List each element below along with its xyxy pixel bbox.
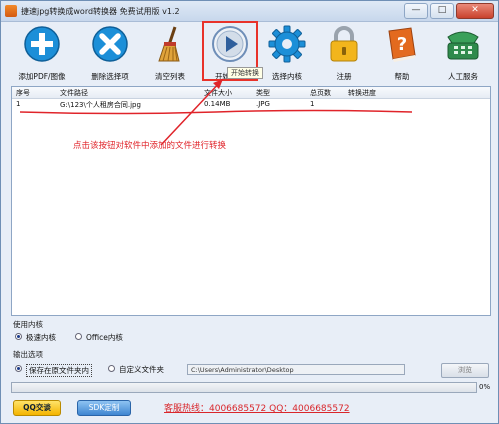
row-index: 1: [16, 100, 21, 108]
manual-service-button[interactable]: 人工服务: [434, 25, 492, 83]
add-pdf-image-button[interactable]: 添加PDF/图像: [13, 25, 71, 83]
broom-icon: [158, 26, 180, 62]
row-pages: 1: [310, 100, 315, 108]
app-icon: [5, 5, 17, 17]
close-button[interactable]: ✕: [456, 3, 494, 19]
support-hotline-link[interactable]: 客服热线：4006685572 QQ：4006685572: [164, 401, 350, 414]
column-header-index[interactable]: 序号: [16, 88, 30, 98]
custom-folder-radio[interactable]: [108, 365, 115, 372]
column-header-path[interactable]: 文件路径: [60, 88, 88, 98]
save-original-folder-label[interactable]: 保存在原文件夹内: [26, 364, 92, 377]
fast-kernel-label[interactable]: 极速内核: [26, 332, 56, 343]
table-header: 序号 文件路径 文件大小 类型 总页数 转换进度: [12, 87, 490, 99]
office-kernel-label[interactable]: Office内核: [86, 332, 123, 343]
progress-percent: 0%: [479, 383, 491, 391]
gear-icon: [268, 25, 306, 63]
column-header-pages[interactable]: 总页数: [310, 88, 331, 98]
annotation-text: 点击该按钮对软件中添加的文件进行转换: [73, 141, 227, 151]
column-header-progress[interactable]: 转换进度: [348, 88, 376, 98]
phone-icon: [447, 31, 479, 60]
select-kernel-button[interactable]: 选择内核: [258, 25, 316, 83]
save-original-folder-radio[interactable]: [15, 365, 22, 372]
conversion-progress-bar: [11, 382, 477, 393]
custom-folder-label[interactable]: 自定义文件夹: [119, 364, 164, 375]
help-button[interactable]: ? 帮助: [373, 25, 431, 83]
column-header-type[interactable]: 类型: [256, 88, 270, 98]
x-icon: [92, 26, 128, 62]
title-bar[interactable]: 捷速jpg转换成word转换器 免费试用版 v1.2 — □ ✕: [1, 1, 498, 22]
main-window: 捷速jpg转换成word转换器 免费试用版 v1.2 — □ ✕ 添加PDF/图…: [0, 0, 499, 424]
start-convert-tooltip: 开始转换: [227, 67, 263, 79]
register-button[interactable]: 注册: [315, 25, 373, 83]
add-pdf-image-label: 添加PDF/图像: [18, 72, 66, 81]
delete-selected-button[interactable]: 删除选择项: [81, 25, 139, 83]
office-kernel-radio[interactable]: [75, 333, 82, 340]
manual-service-label: 人工服务: [448, 72, 478, 81]
lock-icon: [330, 26, 358, 62]
kernel-section-title: 使用内核: [13, 320, 43, 329]
output-path-field[interactable]: C:\Users\Administrator\Desktop: [187, 364, 405, 375]
help-label: 帮助: [394, 72, 410, 81]
maximize-button[interactable]: □: [430, 3, 454, 19]
minimize-button[interactable]: —: [404, 3, 428, 19]
qq-chat-button[interactable]: QQ交谈: [13, 400, 61, 416]
browse-button[interactable]: 浏览: [441, 363, 489, 378]
svg-text:?: ?: [397, 34, 407, 55]
window-controls: — □ ✕: [404, 3, 494, 19]
fast-kernel-radio[interactable]: [15, 333, 22, 340]
sdk-custom-button[interactable]: SDK定制: [77, 400, 131, 416]
help-book-icon: ?: [388, 27, 416, 62]
file-list-table[interactable]: 序号 文件路径 文件大小 类型 总页数 转换进度 1 G:\123\个人租房合同…: [11, 86, 491, 316]
row-type: .JPG: [256, 100, 270, 108]
plus-icon: [24, 26, 60, 62]
output-section-title: 输出选项: [13, 350, 43, 359]
window-title: 捷速jpg转换成word转换器 免费试用版 v1.2: [21, 7, 180, 16]
